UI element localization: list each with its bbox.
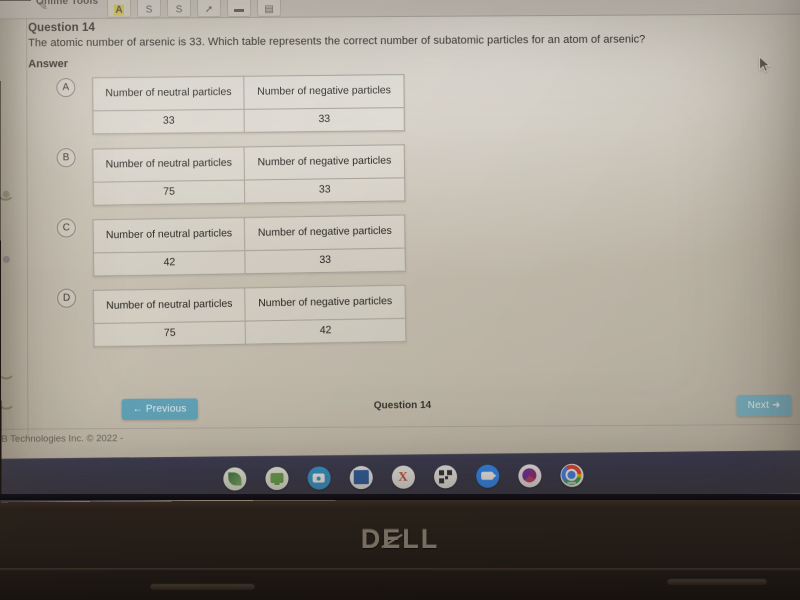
question-navigation: ← Previous Question 14 Next ➜ [1, 394, 800, 430]
cell-value: 33 [244, 177, 405, 203]
calculator-tool-button[interactable]: ▤ [256, 0, 282, 17]
desktop-monitor-icon[interactable] [264, 466, 289, 490]
cell-value: 75 [93, 320, 246, 347]
answer-option-d[interactable]: D Number of neutral particles Number of … [29, 282, 779, 347]
dell-logo: DELL [360, 524, 440, 554]
table-row: 33 33 [92, 107, 405, 134]
eraser-glyph: ▬ [234, 3, 245, 16]
screen-bottom-edge [0, 494, 800, 500]
next-button[interactable]: Next ➜ [736, 394, 792, 417]
laptop-screen: ✎ Online Tools A S S ➚ ▬ ▤ Question 14 T… [0, 0, 800, 503]
hinge-vent-left [150, 583, 255, 590]
cell-value: 33 [244, 107, 405, 133]
table-row: 75 42 [93, 318, 406, 347]
cell-value: 33 [92, 109, 245, 134]
column-header: Number of neutral particles [92, 76, 245, 111]
active-app-indicator [567, 481, 577, 484]
question-text: The atomic number of arsenic is 33. Whic… [28, 33, 646, 50]
option-b-table: Number of neutral particles Number of ne… [92, 144, 406, 206]
column-header: Number of neutral particles [93, 217, 246, 253]
option-c-table: Number of neutral particles Number of ne… [92, 214, 406, 277]
toolbar-button-group: A S S ➚ ▬ ▤ [106, 0, 282, 18]
option-c-table-wrap: Number of neutral particles Number of ne… [65, 208, 779, 277]
option-b-table-wrap: Number of neutral particles Number of ne… [64, 139, 778, 206]
option-a-table: Number of neutral particles Number of ne… [92, 73, 405, 135]
answer-option-c[interactable]: C Number of neutral particles Number of … [29, 212, 779, 277]
zoom-video-icon[interactable] [475, 464, 499, 488]
column-header: Number of negative particles [244, 144, 405, 180]
strikethrough-tool-button[interactable]: S [136, 0, 162, 18]
option-d-table: Number of neutral particles Number of ne… [92, 284, 407, 347]
pointer-glyph: ➚ [204, 4, 214, 16]
strikethrough-glyph: S [145, 4, 153, 16]
cursor-glyph: S [175, 4, 183, 16]
column-header: Number of negative particles [244, 214, 406, 251]
table-row: Number of neutral particles Number of ne… [92, 74, 405, 111]
smudge-mark [2, 255, 10, 263]
table-row: Number of neutral particles Number of ne… [93, 284, 406, 324]
hinge-vent-right [667, 578, 767, 585]
deck-edge [0, 568, 800, 571]
excel-icon[interactable] [391, 464, 415, 489]
answer-heading: Answer [28, 57, 69, 71]
answer-option-a[interactable]: A Number of neutral particles Number of … [28, 70, 777, 135]
cell-value: 42 [245, 318, 406, 344]
option-a-table-wrap: Number of neutral particles Number of ne… [64, 70, 777, 135]
camera-icon[interactable] [306, 465, 331, 490]
highlighter-tool-button[interactable]: A [106, 0, 132, 18]
cell-value: 75 [93, 179, 245, 206]
pointer-tool-button[interactable]: ➚ [196, 0, 222, 18]
answer-option-b[interactable]: B Number of neutral particles Number of … [28, 139, 778, 206]
table-row: Number of neutral particles Number of ne… [92, 144, 405, 182]
laptop-photo: DELL ✎ Online Tools A S S ➚ ▬ ▤ Question… [0, 0, 800, 600]
qr-code-icon[interactable] [433, 464, 457, 488]
column-header: Number of neutral particles [93, 287, 246, 324]
blue-document-app-icon[interactable] [349, 465, 373, 489]
table-row: 75 33 [93, 177, 405, 206]
calculator-glyph: ▤ [264, 3, 274, 15]
chrome-icon[interactable] [559, 463, 584, 487]
column-header: Number of negative particles [244, 284, 406, 321]
smudge-mark [2, 190, 10, 198]
cell-value: 42 [93, 250, 246, 276]
column-header: Number of neutral particles [92, 146, 245, 182]
mouse-cursor-icon [758, 55, 771, 72]
eraser-tool-button[interactable]: ▬ [226, 0, 252, 18]
question-content: Question 14 The atomic number of arsenic… [28, 18, 779, 357]
option-d-table-wrap: Number of neutral particles Number of ne… [65, 278, 780, 347]
cell-value: 33 [245, 247, 406, 274]
purple-app-icon[interactable] [517, 463, 542, 488]
cursor-tool-button[interactable]: S [166, 0, 192, 18]
online-tools-label: Online Tools [35, 0, 99, 8]
highlighter-glyph: A [114, 4, 124, 16]
leaf-app-icon[interactable] [222, 466, 246, 491]
table-row: Number of neutral particles Number of ne… [93, 214, 406, 253]
column-header: Number of negative particles [243, 74, 405, 110]
table-row: 42 33 [93, 247, 406, 276]
